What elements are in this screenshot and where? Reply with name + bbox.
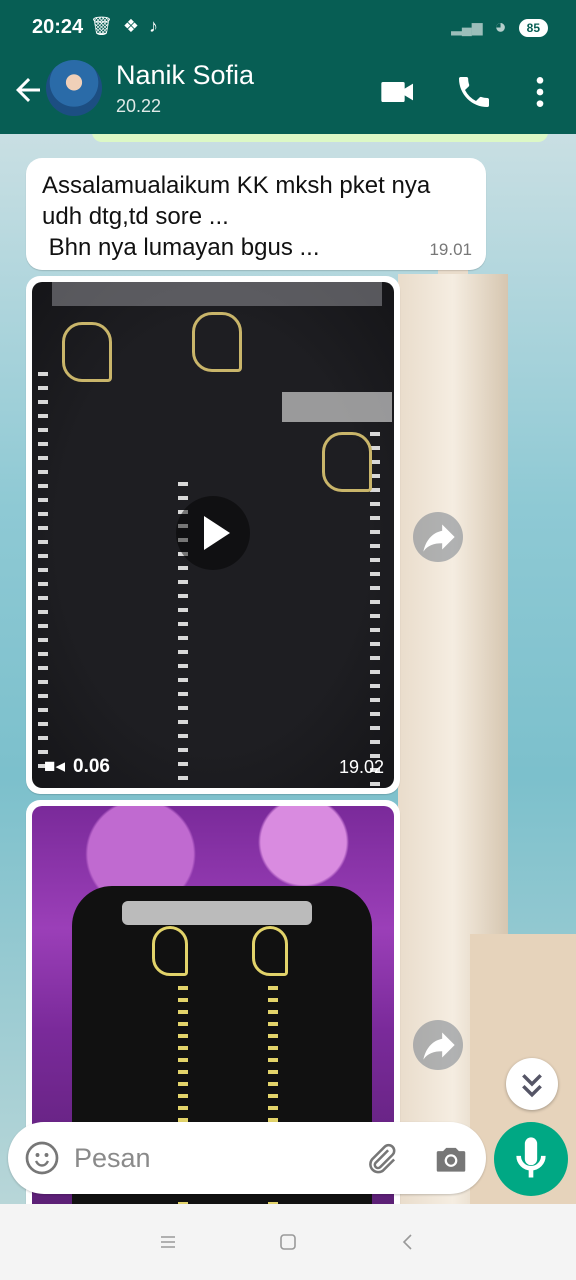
play-icon[interactable] xyxy=(176,496,250,570)
notification-icons: 🗑 ❖ ♪ xyxy=(90,16,158,37)
signal-icon: ▂▄▆ xyxy=(451,19,483,35)
contact-name[interactable]: Nanik Sofia xyxy=(116,60,254,91)
more-options-icon[interactable] xyxy=(520,72,560,112)
forward-icon[interactable] xyxy=(413,512,463,562)
message-input-bar xyxy=(8,1122,486,1194)
double-chevron-down-icon xyxy=(522,1074,542,1098)
forward-icon[interactable] xyxy=(413,1020,463,1070)
status-bar: 20:24 🗑 ❖ ♪ ▂▄▆ ◕ 85 xyxy=(0,0,576,56)
attach-icon[interactable] xyxy=(362,1140,400,1178)
message-time: 19.01 xyxy=(429,240,472,259)
shirt-collar xyxy=(122,901,312,925)
menu-icon[interactable] xyxy=(156,1230,180,1254)
camera-icon[interactable] xyxy=(432,1140,470,1178)
chat-header: Nanik Sofia 20.22 xyxy=(0,56,576,134)
wifi-icon: ◕ xyxy=(494,16,507,38)
battery-icon: 85 xyxy=(518,18,548,37)
message-input[interactable] xyxy=(74,1136,354,1180)
mic-button[interactable] xyxy=(494,1122,568,1196)
chat-area[interactable]: Assalamualaikum KK mksh pket nya udh dtg… xyxy=(0,134,576,1204)
previous-message-bubble[interactable] xyxy=(92,134,548,142)
phone-icon[interactable] xyxy=(454,72,494,112)
system-icons: ▂▄▆ ◕ 85 xyxy=(451,16,548,39)
trash-icon: 🗑 xyxy=(90,16,113,36)
tiktok-icon: ♪ xyxy=(149,16,158,36)
last-seen[interactable]: 20.22 xyxy=(116,96,161,117)
system-nav-bar xyxy=(0,1204,576,1280)
video-camera-icon: ■◂ xyxy=(44,756,66,777)
status-time: 20:24 xyxy=(32,16,84,38)
video-message[interactable]: ■◂ 0.06 19.02 xyxy=(26,276,400,794)
back-arrow-icon[interactable] xyxy=(10,72,46,108)
message-bubble[interactable]: Assalamualaikum KK mksh pket nya udh dtg… xyxy=(26,158,486,270)
video-call-icon[interactable] xyxy=(378,72,418,112)
dropbox-icon: ❖ xyxy=(122,16,139,36)
back-icon[interactable] xyxy=(396,1230,420,1254)
scroll-down-button[interactable] xyxy=(506,1058,558,1110)
video-duration: ■◂ 0.06 xyxy=(44,755,110,778)
message-text: Assalamualaikum KK mksh pket nya udh dtg… xyxy=(42,172,431,261)
mic-icon xyxy=(516,1137,546,1178)
video-thumbnail[interactable]: ■◂ 0.06 19.02 xyxy=(32,282,394,788)
video-time: 19.02 xyxy=(338,757,384,777)
emoji-icon[interactable] xyxy=(24,1140,60,1176)
video-duration-text: 0.06 xyxy=(73,755,110,777)
avatar[interactable] xyxy=(46,60,102,116)
home-icon[interactable] xyxy=(276,1230,300,1254)
